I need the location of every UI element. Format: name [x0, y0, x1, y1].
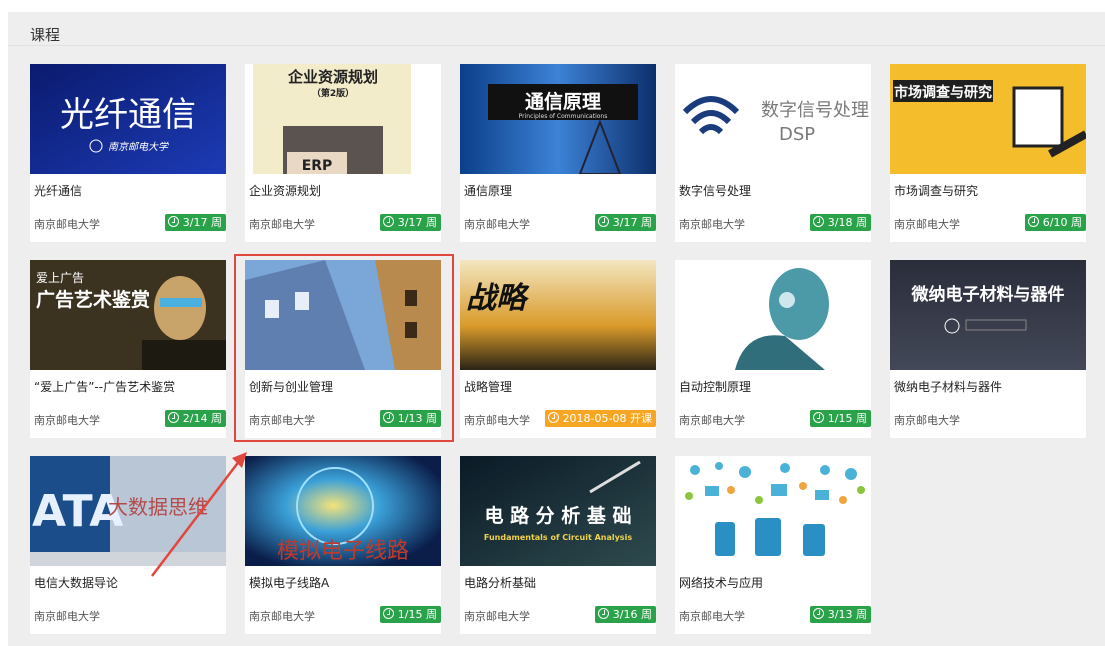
annotation-arrow-icon [151, 452, 247, 577]
